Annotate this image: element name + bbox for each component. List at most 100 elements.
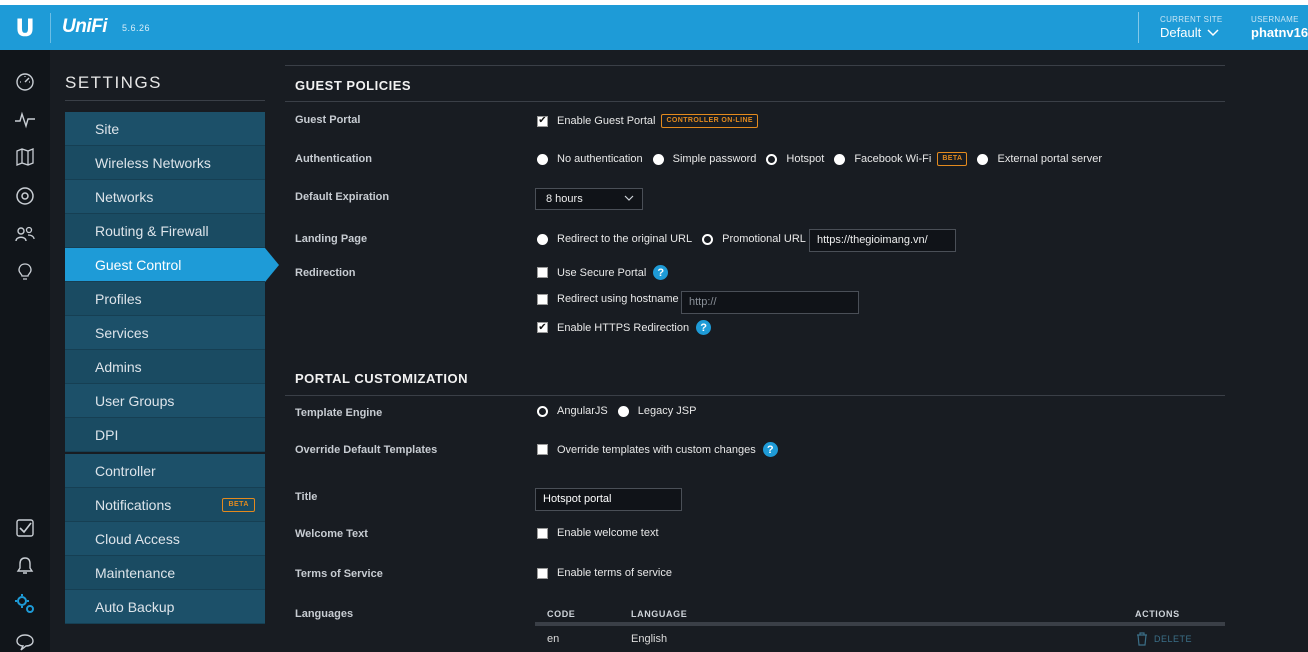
version-label: 5.6.26	[122, 23, 151, 33]
redirect-hostname-label: Redirect using hostname	[557, 293, 679, 305]
help-icon[interactable]: ?	[696, 320, 712, 335]
auth-radio-simple-password[interactable]	[652, 153, 664, 165]
landing-radio-original-url[interactable]	[537, 233, 548, 245]
language-name-cell: English	[631, 633, 668, 645]
hostname-input[interactable]: http://	[681, 291, 859, 314]
landing-radio-promotional-url[interactable]	[702, 233, 714, 245]
guest-portal-row: ✔ Enable Guest Portal CONTROLLER ON-LINE	[537, 114, 758, 128]
template-radio-legacy-jsp[interactable]	[617, 405, 629, 417]
enable-guest-portal-label: Enable Guest Portal	[557, 115, 656, 127]
dashboard-icon[interactable]	[13, 70, 37, 94]
landing-option-label: Redirect to the original URL	[557, 233, 693, 245]
column-header-actions: ACTIONS	[1135, 609, 1180, 619]
enable-welcome-text-checkbox[interactable]	[537, 527, 548, 539]
column-header-language: LANGUAGE	[631, 609, 688, 619]
override-templates-label: Override Default Templates	[295, 444, 438, 456]
statistics-icon[interactable]	[13, 108, 37, 132]
menu-item-user-groups[interactable]: User Groups	[65, 384, 265, 418]
template-option-label: Legacy JSP	[637, 405, 697, 417]
menu-item-admins[interactable]: Admins	[65, 350, 265, 384]
template-option-label: AngularJS	[557, 405, 608, 417]
menu-item-profiles[interactable]: Profiles	[65, 282, 265, 316]
use-secure-portal-label: Use Secure Portal	[557, 266, 647, 279]
redirect-hostname-checkbox[interactable]	[537, 293, 548, 305]
column-header-code: CODE	[547, 609, 576, 619]
chat-icon[interactable]	[13, 630, 37, 652]
site-selector-value: Default	[1160, 25, 1202, 40]
username-label: USERNAME	[1251, 15, 1299, 24]
default-expiration-select[interactable]: 8 hours	[535, 188, 643, 210]
map-icon[interactable]	[13, 145, 37, 169]
auth-option-label: Simple password	[672, 153, 757, 165]
brand-divider	[50, 13, 51, 43]
controller-online-badge: CONTROLLER ON-LINE	[661, 114, 758, 128]
template-engine-label: Template Engine	[295, 407, 383, 419]
username-menu[interactable]: phatnv16	[1251, 25, 1308, 40]
menu-item-routing-firewall[interactable]: Routing & Firewall	[65, 214, 265, 248]
settings-icon[interactable]	[13, 592, 37, 616]
template-engine-options: AngularJS Legacy JSP	[537, 405, 696, 417]
menu-item-dpi[interactable]: DPI	[65, 418, 265, 452]
auth-radio-hotspot[interactable]	[766, 153, 778, 165]
insights-icon[interactable]	[13, 260, 37, 284]
site-selector[interactable]: Default	[1160, 25, 1219, 40]
menu-item-cloud-access[interactable]: Cloud Access	[65, 522, 265, 556]
menu-item-services[interactable]: Services	[65, 316, 265, 350]
chevron-down-icon	[1207, 28, 1219, 36]
enable-welcome-text-label: Enable welcome text	[557, 527, 659, 539]
title-label: Title	[295, 491, 318, 503]
settings-divider	[65, 100, 265, 101]
events-icon[interactable]	[13, 516, 37, 540]
landing-page-options: Redirect to the original URL Promotional…	[537, 233, 806, 245]
menu-item-maintenance[interactable]: Maintenance	[65, 556, 265, 590]
landing-option-label: Promotional URL	[722, 233, 806, 245]
portal-title-input[interactable]: Hotspot portal	[535, 488, 682, 511]
auth-option-label: External portal server	[997, 153, 1103, 165]
enable-https-redirection-label: Enable HTTPS Redirection	[557, 321, 690, 334]
welcome-text-row: Enable welcome text	[537, 527, 659, 539]
guest-policies-divider	[285, 101, 1225, 102]
menu-item-networks[interactable]: Networks	[65, 180, 265, 214]
override-templates-checkbox[interactable]	[537, 444, 548, 455]
enable-terms-checkbox[interactable]	[537, 567, 548, 579]
alerts-icon[interactable]	[13, 554, 37, 578]
unifi-logo: UniFi	[62, 16, 108, 37]
nav-rail	[0, 50, 50, 652]
top-bar: U UniFi 5.6.26 CURRENT SITE Default USER…	[0, 5, 1308, 50]
menu-item-guest-control[interactable]: Guest Control	[65, 248, 279, 282]
auth-radio-external-portal[interactable]	[977, 153, 989, 165]
menu-item-site[interactable]: Site	[65, 112, 265, 146]
ubiquiti-logo[interactable]: U	[0, 5, 50, 50]
default-expiration-label: Default Expiration	[295, 191, 390, 203]
redirect-hostname-row: Redirect using hostname	[537, 293, 679, 305]
facebook-beta-badge: BETA	[937, 152, 968, 166]
redirection-label: Redirection	[295, 267, 356, 279]
auth-option-label: Facebook Wi-Fi	[854, 153, 932, 165]
template-radio-angularjs[interactable]	[537, 405, 548, 417]
section-divider	[285, 65, 1225, 66]
override-templates-row: Override templates with custom changes ?	[537, 442, 778, 457]
auth-option-label: Hotspot	[786, 153, 825, 165]
table-header-divider	[535, 622, 1225, 626]
settings-title: SETTINGS	[65, 73, 163, 92]
clients-icon[interactable]	[13, 222, 37, 246]
auth-radio-facebook-wifi[interactable]	[834, 153, 846, 165]
use-secure-portal-checkbox[interactable]	[537, 267, 548, 278]
menu-item-notifications-label: Notifications	[95, 497, 172, 513]
delete-language-button[interactable]: DELETE	[1136, 632, 1192, 646]
auth-radio-no-authentication[interactable]	[537, 153, 548, 165]
help-icon[interactable]: ?	[762, 442, 778, 457]
secure-portal-row: Use Secure Portal ?	[537, 265, 669, 280]
menu-item-auto-backup[interactable]: Auto Backup	[65, 590, 265, 624]
devices-icon[interactable]	[13, 184, 37, 208]
help-icon[interactable]: ?	[653, 265, 669, 280]
menu-item-notifications[interactable]: Notifications BETA	[65, 488, 265, 522]
settings-menu-secondary: Controller Notifications BETA Cloud Acce…	[65, 454, 265, 624]
enable-guest-portal-checkbox[interactable]: ✔	[537, 115, 548, 127]
guest-portal-label: Guest Portal	[295, 114, 361, 126]
enable-https-redirection-checkbox[interactable]: ✔	[537, 322, 548, 333]
menu-item-wireless-networks[interactable]: Wireless Networks	[65, 146, 265, 180]
landing-page-label: Landing Page	[295, 233, 368, 245]
menu-item-controller[interactable]: Controller	[65, 454, 265, 488]
promotional-url-input[interactable]: https://thegioimang.vn/	[809, 229, 956, 252]
